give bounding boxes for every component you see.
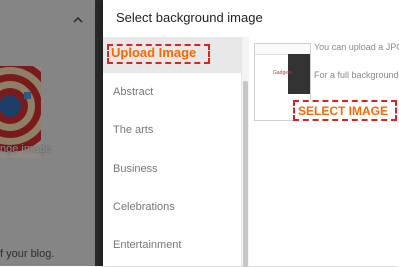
background-strip xyxy=(95,0,103,266)
preview-label: Gadgets xyxy=(273,70,292,76)
sidebar-item-business[interactable]: Business xyxy=(103,151,241,187)
sidebar-item-upload-image[interactable]: Upload Image xyxy=(103,37,241,73)
select-image-button[interactable]: SELECT IMAGE xyxy=(293,100,397,121)
dialog-title: Select background image xyxy=(116,10,263,25)
sidebar-item-entertainment[interactable]: Entertainment xyxy=(103,227,241,263)
sidebar-item-abstract[interactable]: Abstract xyxy=(103,74,241,110)
sidebar-item-the-arts[interactable]: The arts xyxy=(103,112,241,148)
select-image-label: SELECT IMAGE xyxy=(298,104,389,118)
full-background-info-text: For a full background, u xyxy=(314,70,399,80)
upload-info-text: You can upload a JPG, G xyxy=(314,42,399,52)
sidebar-scrollbar[interactable] xyxy=(241,37,249,267)
select-background-dialog: Select background image Upload Image Abs… xyxy=(103,0,399,267)
scrollbar-thumb[interactable] xyxy=(243,81,248,267)
sidebar-item-celebrations[interactable]: Celebrations xyxy=(103,189,241,225)
modal-overlay[interactable] xyxy=(0,0,102,266)
sidebar-item-label: Upload Image xyxy=(111,45,197,60)
category-sidebar: Upload Image Abstract The arts Business … xyxy=(103,37,250,266)
